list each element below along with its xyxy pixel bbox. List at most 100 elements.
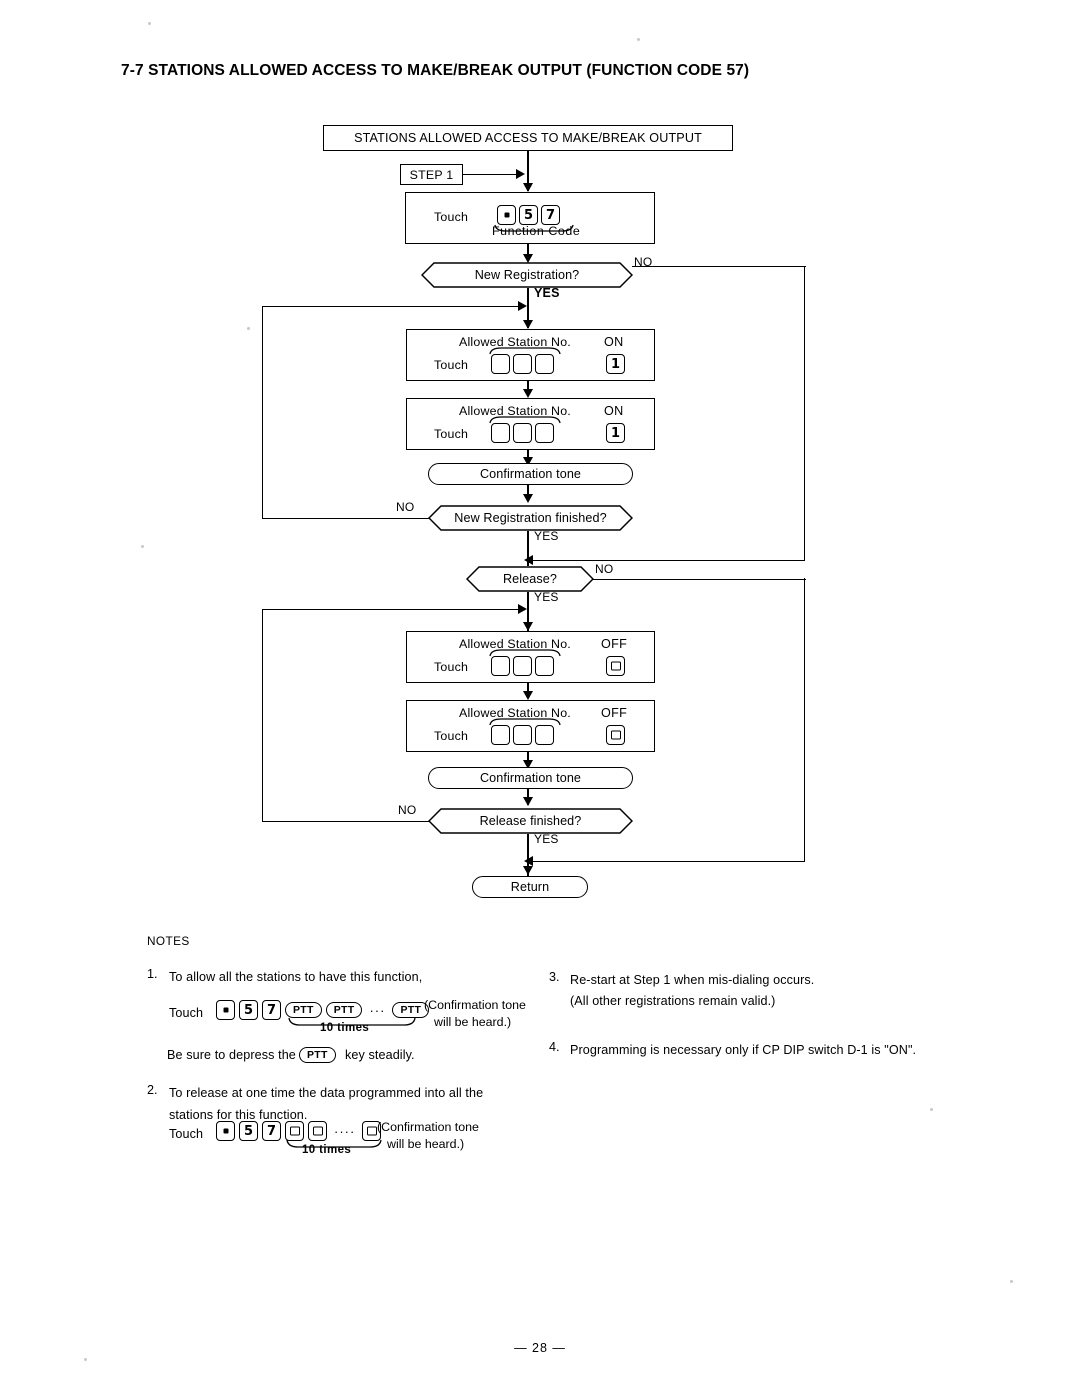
connector-loop2-top [262,608,520,610]
note-2-paren-line2: will be heard.) [387,1137,465,1151]
function-code-keys[interactable]: 5 7 [497,205,560,225]
connector-regfinished-no-left [262,517,430,519]
arrowhead-loop2-join [518,604,527,614]
function-code-caption: Function Code [492,224,581,238]
touch-label: Touch [434,210,469,224]
note-1-footer-before: Be sure to depress the [167,1048,296,1062]
digit-key-1[interactable] [491,354,510,374]
connector-relfinished-no-left [262,820,430,822]
branch-no-relfinished: NO [398,803,417,817]
decision-new-registration-finished: New Registration finished? [428,505,633,531]
confirmation-tone-1: Confirmation tone [428,463,633,485]
note-2-text-line1: To release at one time the data programm… [169,1086,484,1100]
key-7[interactable]: 7 [541,205,560,225]
state-key-3[interactable] [606,656,625,676]
decision-release: Release? [466,566,594,592]
key-5[interactable]: 5 [519,205,538,225]
notes-heading: NOTES [147,934,190,948]
arrowhead-to-station3 [522,622,533,631]
connector-regfinished-yes-down [527,531,529,566]
digit-key-1[interactable] [491,725,510,745]
note-1-ellipsis: ··· [369,1002,386,1018]
station-state-4: OFF [601,706,628,720]
key-5[interactable]: 5 [239,1121,258,1141]
note-2-number: 2. [147,1083,158,1097]
page-title: 7-7 STATIONS ALLOWED ACCESS TO MAKE/BREA… [121,62,750,79]
digit-key-1[interactable] [491,423,510,443]
station-brace-icon-4 [489,718,561,726]
key-dot[interactable] [216,1121,235,1141]
note-2-key-sequence[interactable]: 5 7 ···· [216,1121,382,1141]
arrowhead-regfinished [522,494,533,503]
state-key-1[interactable]: 1 [606,354,625,374]
arrowhead-to-touch-box [522,183,533,192]
digit-key-2[interactable] [513,725,532,745]
function-code-box: Touch 5 7 Function Code [405,192,655,244]
connector-release-no-right [593,578,806,580]
note-3-number: 3. [549,970,560,984]
station-touch-1: Touch [434,358,469,372]
scan-speck [637,38,640,41]
station-digit-keys-2[interactable] [491,423,554,443]
scan-speck [247,327,250,330]
digit-key-2[interactable] [513,656,532,676]
digit-key-3[interactable] [535,354,554,374]
key-7[interactable]: 7 [262,1000,281,1020]
arrowhead-to-station1 [522,320,533,329]
scan-speck [141,545,144,548]
state-key-4[interactable] [606,725,625,745]
note-3-text-line1: Re-start at Step 1 when mis-dialing occu… [570,973,815,987]
scan-speck [84,1358,87,1361]
state-key-2[interactable]: 1 [606,423,625,443]
station-digit-keys-3[interactable] [491,656,554,676]
return-node: Return [472,876,588,898]
note-2-ellipsis: ···· [334,1123,356,1139]
branch-yes-release: YES [534,590,559,604]
key-zero-1[interactable] [285,1121,304,1141]
key-dot[interactable] [497,205,516,225]
scan-speck [930,1108,933,1111]
scan-speck [1010,1280,1013,1283]
station-digit-keys-1[interactable] [491,354,554,374]
station-box-off-1: Allowed Station No. OFF Touch [406,631,655,683]
station-state-3: OFF [601,637,628,651]
station-touch-3: Touch [434,660,469,674]
branch-no-release: NO [595,562,614,576]
connector-release-no-left [530,860,805,862]
key-ptt-2[interactable]: PTT [325,1002,363,1018]
branch-no-regfinished: NO [396,500,415,514]
station-box-off-2: Allowed Station No. OFF Touch [406,700,655,752]
digit-key-1[interactable] [491,656,510,676]
station-brace-icon-2 [489,416,561,424]
decision-new-registration: New Registration? [421,262,633,288]
note-1-footer-after: key steadily. [345,1048,415,1062]
arrowhead-return [522,866,533,875]
digit-key-3[interactable] [535,423,554,443]
note-1-footer-key-ptt[interactable]: PTT [299,1047,336,1063]
key-dot[interactable] [216,1000,235,1020]
connector-newreg-no-down [804,266,806,561]
arrowhead-station4 [522,691,533,700]
digit-key-3[interactable] [535,656,554,676]
note-4-number: 4. [549,1040,560,1054]
flowchart-header-box: STATIONS ALLOWED ACCESS TO MAKE/BREAK OU… [323,125,733,151]
digit-key-2[interactable] [513,423,532,443]
key-zero-2[interactable] [308,1121,327,1141]
document-page: 7-7 STATIONS ALLOWED ACCESS TO MAKE/BREA… [0,0,1080,1397]
note-3-text-line2: (All other registrations remain valid.) [570,994,776,1008]
note-1-repeat-caption: 10 times [320,1022,370,1034]
note-1-text: To allow all the stations to have this f… [169,970,423,984]
key-7[interactable]: 7 [262,1121,281,1141]
branch-yes-relfinished: YES [534,832,559,846]
digit-key-2[interactable] [513,354,532,374]
note-1-number: 1. [147,967,158,981]
note-2-repeat-caption: 10 times [302,1144,352,1156]
connector-step-right [463,173,518,176]
digit-key-3[interactable] [535,725,554,745]
step-1-box: STEP 1 [400,164,463,185]
station-digit-keys-4[interactable] [491,725,554,745]
key-ptt-1[interactable]: PTT [285,1002,322,1018]
arrowhead-step-right [516,169,525,179]
arrowhead-loop1-join [518,301,527,311]
key-5[interactable]: 5 [239,1000,258,1020]
